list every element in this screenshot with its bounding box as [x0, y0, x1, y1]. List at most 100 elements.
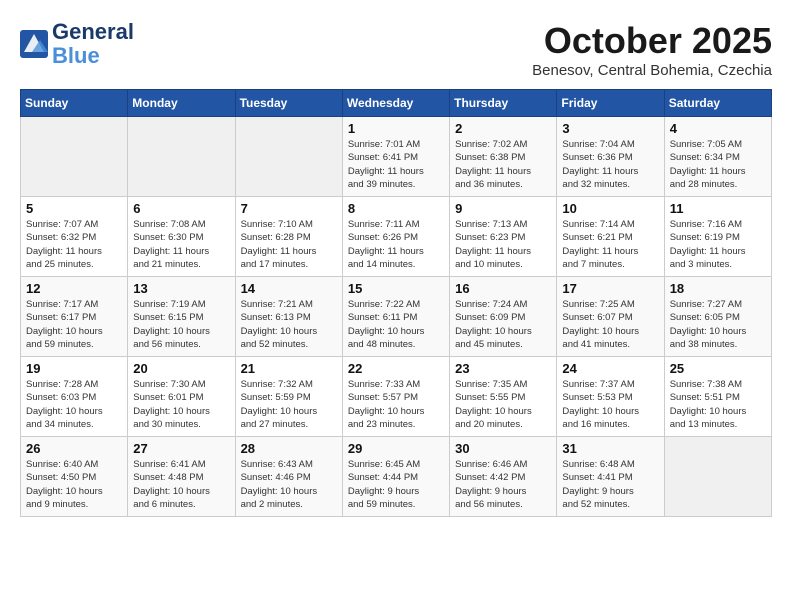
calendar-cell — [128, 117, 235, 197]
logo-text: General Blue — [52, 20, 134, 68]
day-info: Sunrise: 7:38 AM Sunset: 5:51 PM Dayligh… — [670, 378, 766, 431]
day-info: Sunrise: 7:27 AM Sunset: 6:05 PM Dayligh… — [670, 298, 766, 351]
day-info: Sunrise: 6:45 AM Sunset: 4:44 PM Dayligh… — [348, 458, 444, 511]
day-info: Sunrise: 7:21 AM Sunset: 6:13 PM Dayligh… — [241, 298, 337, 351]
day-info: Sunrise: 7:13 AM Sunset: 6:23 PM Dayligh… — [455, 218, 551, 271]
day-number: 19 — [26, 361, 122, 376]
day-number: 4 — [670, 121, 766, 136]
calendar-cell: 30 Sunrise: 6:46 AM Sunset: 4:42 PM Dayli… — [450, 437, 557, 517]
header: General Blue October 2025 Benesov, Centr… — [20, 20, 772, 79]
calendar-cell: 25 Sunrise: 7:38 AM Sunset: 5:51 PM Dayli… — [664, 357, 771, 437]
day-info: Sunrise: 7:35 AM Sunset: 5:55 PM Dayligh… — [455, 378, 551, 431]
weekday-header: Monday — [128, 90, 235, 117]
calendar-cell — [664, 437, 771, 517]
day-number: 26 — [26, 441, 122, 456]
day-info: Sunrise: 7:25 AM Sunset: 6:07 PM Dayligh… — [562, 298, 658, 351]
day-info: Sunrise: 7:04 AM Sunset: 6:36 PM Dayligh… — [562, 138, 658, 191]
day-number: 29 — [348, 441, 444, 456]
day-number: 2 — [455, 121, 551, 136]
calendar-cell: 7Sunrise: 7:10 AM Sunset: 6:28 PM Daylig… — [235, 197, 342, 277]
day-number: 3 — [562, 121, 658, 136]
day-info: Sunrise: 7:30 AM Sunset: 6:01 PM Dayligh… — [133, 378, 229, 431]
day-number: 28 — [241, 441, 337, 456]
day-number: 5 — [26, 201, 122, 216]
weekday-header: Tuesday — [235, 90, 342, 117]
day-info: Sunrise: 7:37 AM Sunset: 5:53 PM Dayligh… — [562, 378, 658, 431]
day-number: 8 — [348, 201, 444, 216]
day-info: Sunrise: 7:22 AM Sunset: 6:11 PM Dayligh… — [348, 298, 444, 351]
day-info: Sunrise: 7:08 AM Sunset: 6:30 PM Dayligh… — [133, 218, 229, 271]
calendar-week-row: 5 Sunrise: 7:07 AM Sunset: 6:32 PM Daylig… — [21, 197, 772, 277]
day-info: Sunrise: 6:40 AM Sunset: 4:50 PM Dayligh… — [26, 458, 122, 511]
calendar-week-row: 1Sunrise: 7:01 AM Sunset: 6:41 PM Daylig… — [21, 117, 772, 197]
calendar-cell: 26 Sunrise: 6:40 AM Sunset: 4:50 PM Dayli… — [21, 437, 128, 517]
day-number: 31 — [562, 441, 658, 456]
day-number: 27 — [133, 441, 229, 456]
weekday-header: Sunday — [21, 90, 128, 117]
day-info: Sunrise: 7:07 AM Sunset: 6:32 PM Dayligh… — [26, 218, 122, 271]
day-number: 14 — [241, 281, 337, 296]
calendar-week-row: 19 Sunrise: 7:28 AM Sunset: 6:03 PM Dayli… — [21, 357, 772, 437]
day-number: 21 — [241, 361, 337, 376]
calendar-cell: 3 Sunrise: 7:04 AM Sunset: 6:36 PM Daylig… — [557, 117, 664, 197]
day-info: Sunrise: 7:33 AM Sunset: 5:57 PM Dayligh… — [348, 378, 444, 431]
day-number: 17 — [562, 281, 658, 296]
day-number: 24 — [562, 361, 658, 376]
day-info: Sunrise: 7:16 AM Sunset: 6:19 PM Dayligh… — [670, 218, 766, 271]
logo-line1: General — [52, 20, 134, 44]
day-number: 20 — [133, 361, 229, 376]
month-title: October 2025 — [532, 20, 772, 62]
calendar-cell: 20 Sunrise: 7:30 AM Sunset: 6:01 PM Dayli… — [128, 357, 235, 437]
calendar-cell: 5 Sunrise: 7:07 AM Sunset: 6:32 PM Daylig… — [21, 197, 128, 277]
calendar-cell: 19 Sunrise: 7:28 AM Sunset: 6:03 PM Dayli… — [21, 357, 128, 437]
day-number: 16 — [455, 281, 551, 296]
day-info: Sunrise: 7:14 AM Sunset: 6:21 PM Dayligh… — [562, 218, 658, 271]
calendar-cell: 15Sunrise: 7:22 AM Sunset: 6:11 PM Dayli… — [342, 277, 449, 357]
day-number: 12 — [26, 281, 122, 296]
logo: General Blue — [20, 20, 134, 68]
calendar-cell: 12 Sunrise: 7:17 AM Sunset: 6:17 PM Dayli… — [21, 277, 128, 357]
calendar-cell: 1Sunrise: 7:01 AM Sunset: 6:41 PM Daylig… — [342, 117, 449, 197]
calendar-cell: 29 Sunrise: 6:45 AM Sunset: 4:44 PM Dayli… — [342, 437, 449, 517]
title-area: October 2025 Benesov, Central Bohemia, C… — [532, 20, 772, 79]
calendar-cell: 10 Sunrise: 7:14 AM Sunset: 6:21 PM Dayli… — [557, 197, 664, 277]
day-info: Sunrise: 7:24 AM Sunset: 6:09 PM Dayligh… — [455, 298, 551, 351]
calendar-week-row: 12 Sunrise: 7:17 AM Sunset: 6:17 PM Dayli… — [21, 277, 772, 357]
calendar-cell: 13Sunrise: 7:19 AM Sunset: 6:15 PM Dayli… — [128, 277, 235, 357]
day-info: Sunrise: 7:02 AM Sunset: 6:38 PM Dayligh… — [455, 138, 551, 191]
day-info: Sunrise: 7:05 AM Sunset: 6:34 PM Dayligh… — [670, 138, 766, 191]
day-number: 10 — [562, 201, 658, 216]
calendar-cell: 9 Sunrise: 7:13 AM Sunset: 6:23 PM Daylig… — [450, 197, 557, 277]
day-info: Sunrise: 7:01 AM Sunset: 6:41 PM Dayligh… — [348, 138, 444, 191]
calendar-cell: 6Sunrise: 7:08 AM Sunset: 6:30 PM Daylig… — [128, 197, 235, 277]
day-number: 22 — [348, 361, 444, 376]
day-number: 9 — [455, 201, 551, 216]
weekday-header: Saturday — [664, 90, 771, 117]
day-number: 18 — [670, 281, 766, 296]
day-number: 7 — [241, 201, 337, 216]
calendar-cell: 2 Sunrise: 7:02 AM Sunset: 6:38 PM Daylig… — [450, 117, 557, 197]
calendar-cell — [235, 117, 342, 197]
day-info: Sunrise: 7:28 AM Sunset: 6:03 PM Dayligh… — [26, 378, 122, 431]
day-number: 13 — [133, 281, 229, 296]
day-info: Sunrise: 7:11 AM Sunset: 6:26 PM Dayligh… — [348, 218, 444, 271]
logo-line2: Blue — [52, 43, 100, 68]
calendar-cell: 17 Sunrise: 7:25 AM Sunset: 6:07 PM Dayli… — [557, 277, 664, 357]
day-number: 23 — [455, 361, 551, 376]
calendar-cell: 24 Sunrise: 7:37 AM Sunset: 5:53 PM Dayli… — [557, 357, 664, 437]
calendar-cell: 31Sunrise: 6:48 AM Sunset: 4:41 PM Dayli… — [557, 437, 664, 517]
weekday-header-row: SundayMondayTuesdayWednesdayThursdayFrid… — [21, 90, 772, 117]
calendar-cell: 22 Sunrise: 7:33 AM Sunset: 5:57 PM Dayli… — [342, 357, 449, 437]
day-info: Sunrise: 7:17 AM Sunset: 6:17 PM Dayligh… — [26, 298, 122, 351]
weekday-header: Thursday — [450, 90, 557, 117]
day-info: Sunrise: 6:46 AM Sunset: 4:42 PM Dayligh… — [455, 458, 551, 511]
day-number: 30 — [455, 441, 551, 456]
calendar-cell: 18 Sunrise: 7:27 AM Sunset: 6:05 PM Dayli… — [664, 277, 771, 357]
calendar-cell: 27 Sunrise: 6:41 AM Sunset: 4:48 PM Dayli… — [128, 437, 235, 517]
day-number: 25 — [670, 361, 766, 376]
calendar-cell: 23 Sunrise: 7:35 AM Sunset: 5:55 PM Dayli… — [450, 357, 557, 437]
day-info: Sunrise: 6:43 AM Sunset: 4:46 PM Dayligh… — [241, 458, 337, 511]
logo-icon — [20, 30, 48, 58]
day-info: Sunrise: 6:41 AM Sunset: 4:48 PM Dayligh… — [133, 458, 229, 511]
weekday-header: Friday — [557, 90, 664, 117]
